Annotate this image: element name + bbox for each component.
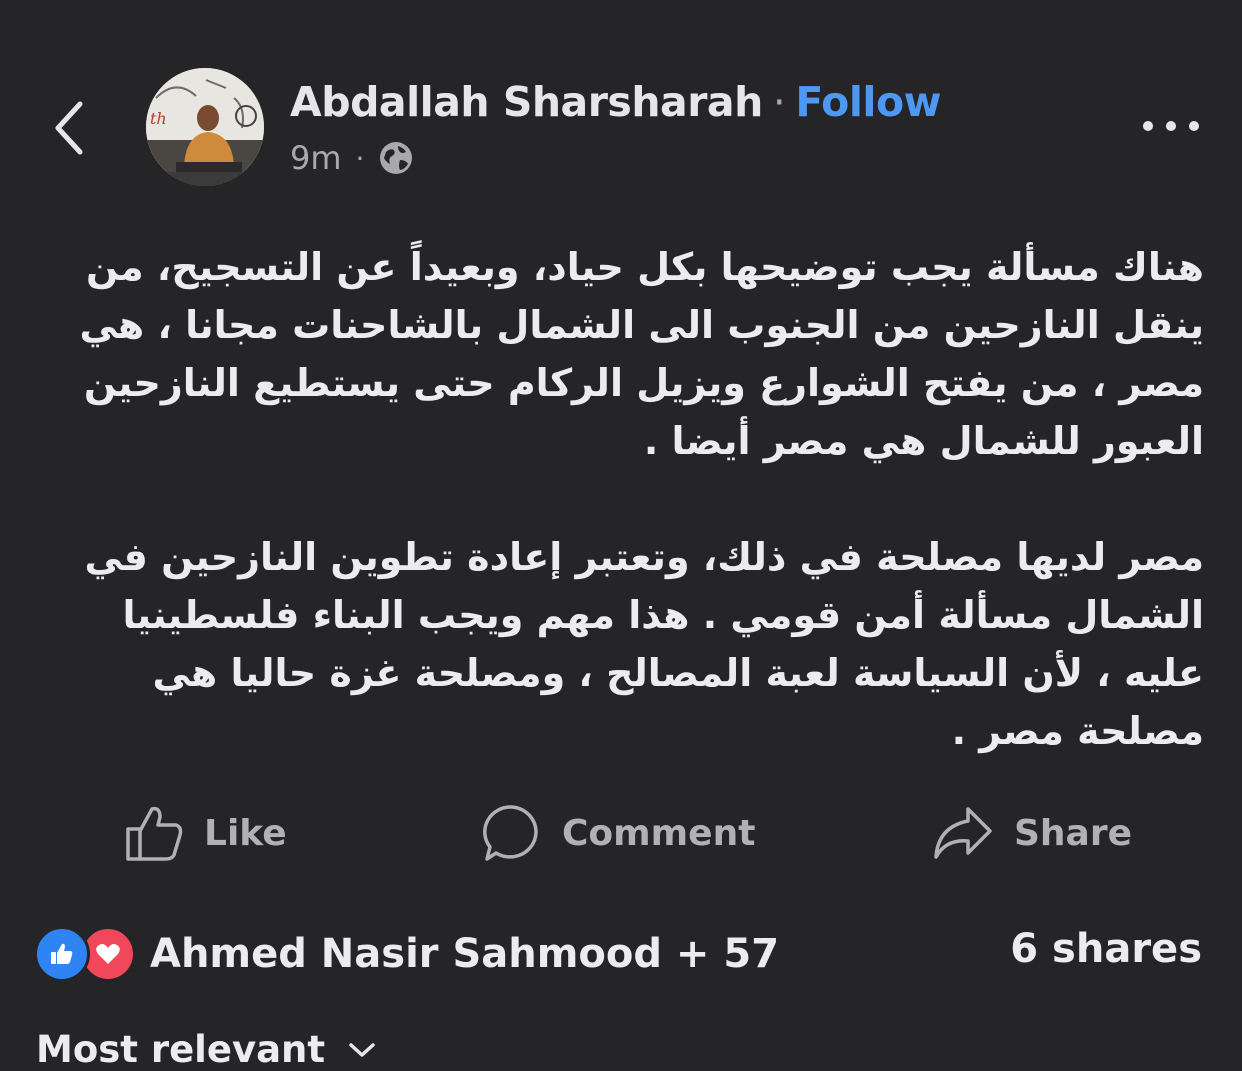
post-timestamp[interactable]: 9m: [290, 139, 342, 177]
share-label: Share: [1014, 812, 1133, 854]
more-horizontal-icon: [1143, 121, 1199, 131]
chevron-left-icon: [55, 101, 83, 155]
post-paragraph: مصر لديها مصلحة في ذلك، وتعتبر إعادة تطو…: [84, 535, 1204, 753]
post-meta: 9m ·: [290, 136, 414, 180]
shares-count[interactable]: 6 shares: [1010, 926, 1202, 982]
profile-photo: th: [146, 68, 264, 186]
follow-button[interactable]: Follow: [795, 78, 941, 126]
post-header-title: Abdallah Sharsharah · Follow: [290, 72, 941, 132]
like-label: Like: [204, 812, 287, 854]
svg-text:th: th: [150, 109, 167, 128]
share-arrow-icon: [934, 807, 992, 859]
comment-button[interactable]: Comment: [482, 796, 755, 870]
reactions-summary[interactable]: Ahmed Nasir Sahmood + 57: [34, 924, 779, 984]
author-name[interactable]: Abdallah Sharsharah: [290, 78, 763, 126]
like-reaction-icon: [34, 926, 90, 982]
chevron-down-icon: [349, 1042, 375, 1057]
avatar[interactable]: th: [146, 68, 264, 186]
back-button[interactable]: [40, 88, 104, 168]
globe-icon: [380, 142, 413, 174]
meta-separator: ·: [355, 141, 365, 175]
comment-label: Comment: [562, 812, 756, 854]
post-paragraph: هناك مسألة يجب توضيحها بكل حياد، وبعيداً…: [79, 245, 1204, 463]
share-button[interactable]: Share: [932, 796, 1132, 870]
thumbs-up-icon: [126, 806, 183, 861]
like-button[interactable]: Like: [124, 796, 287, 870]
comment-bubble-icon: [483, 805, 538, 861]
comments-sort-dropdown[interactable]: Most relevant: [36, 1028, 377, 1071]
name-separator: ·: [772, 78, 786, 126]
post-body: هناك مسألة يجب توضيحها بكل حياد، وبعيداً…: [36, 238, 1204, 760]
sort-label: Most relevant: [36, 1028, 326, 1071]
more-options-button[interactable]: [1140, 106, 1202, 146]
reactions-count-text: Ahmed Nasir Sahmood + 57: [150, 931, 780, 977]
